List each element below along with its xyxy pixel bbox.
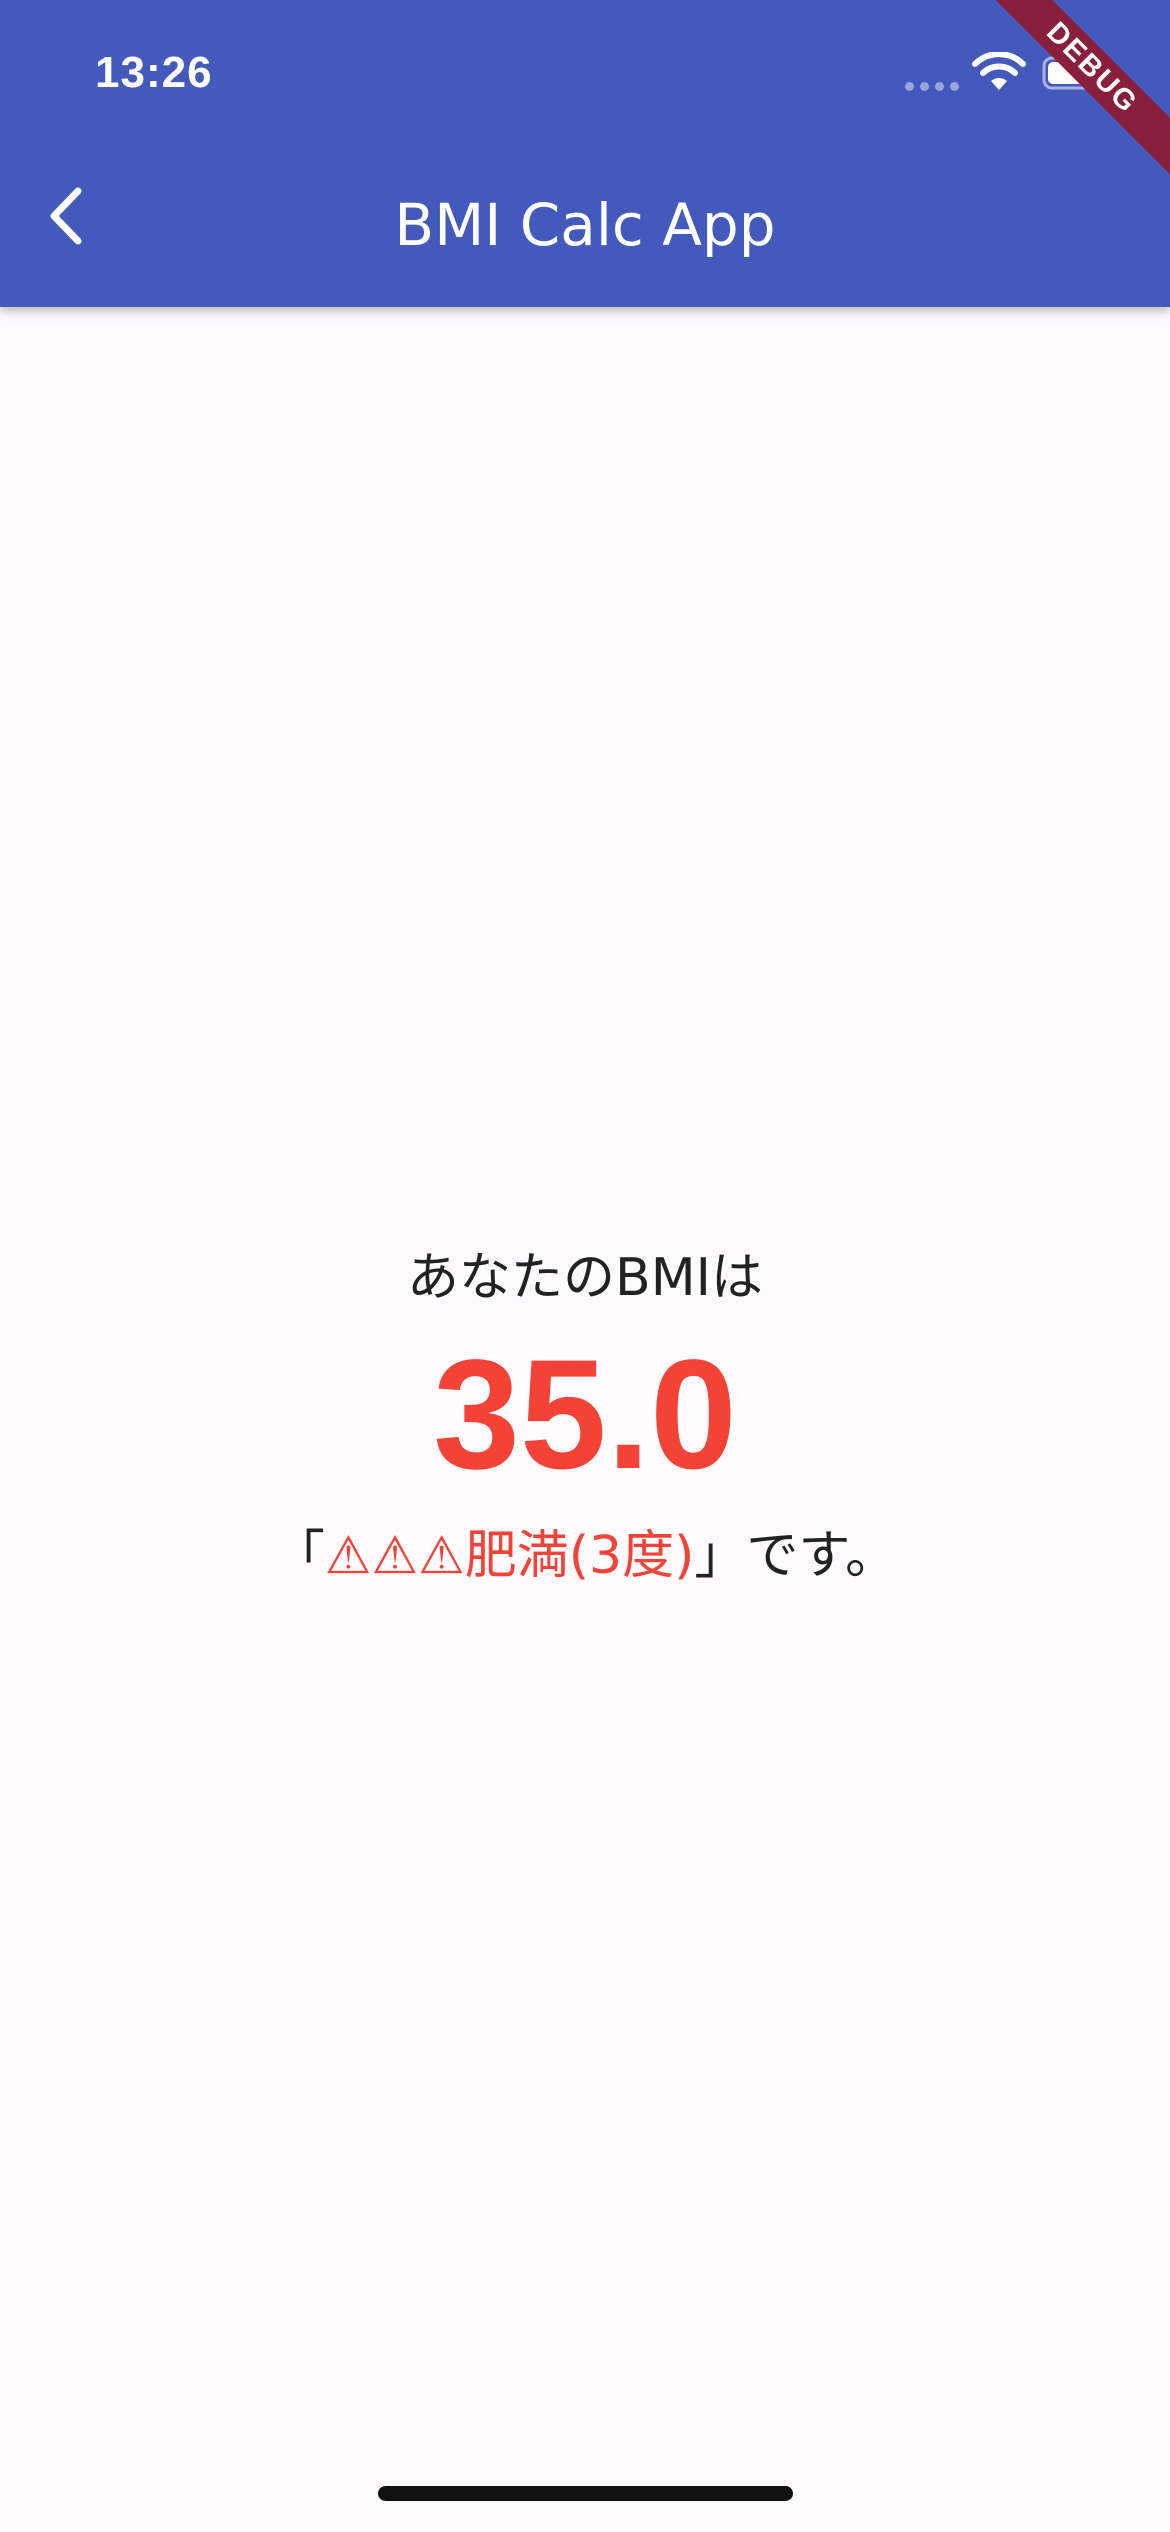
home-indicator[interactable] xyxy=(378,2486,793,2501)
sentence-suffix: 」です。 xyxy=(694,1526,898,1586)
debug-banner: DEBUG xyxy=(980,0,1170,190)
category-sentence: 「⚠⚠⚠肥満(3度)」です。 xyxy=(0,1506,1170,1606)
app-bar-title: BMI Calc App xyxy=(394,191,776,259)
cellular-signal-icon xyxy=(905,82,959,91)
result-intro-text: あなたのBMIは xyxy=(407,1248,763,1308)
bmi-result-panel: あなたのBMIは 35.0 「⚠⚠⚠肥満(3度)」です。 xyxy=(0,1230,1170,1606)
status-time: 13:26 xyxy=(95,48,213,97)
debug-banner-label: DEBUG xyxy=(980,0,1170,182)
open-bracket: 「 xyxy=(272,1526,325,1586)
bmi-category: ⚠⚠⚠肥満(3度) xyxy=(324,1526,695,1586)
bmi-value: 35.0 xyxy=(433,1328,737,1502)
